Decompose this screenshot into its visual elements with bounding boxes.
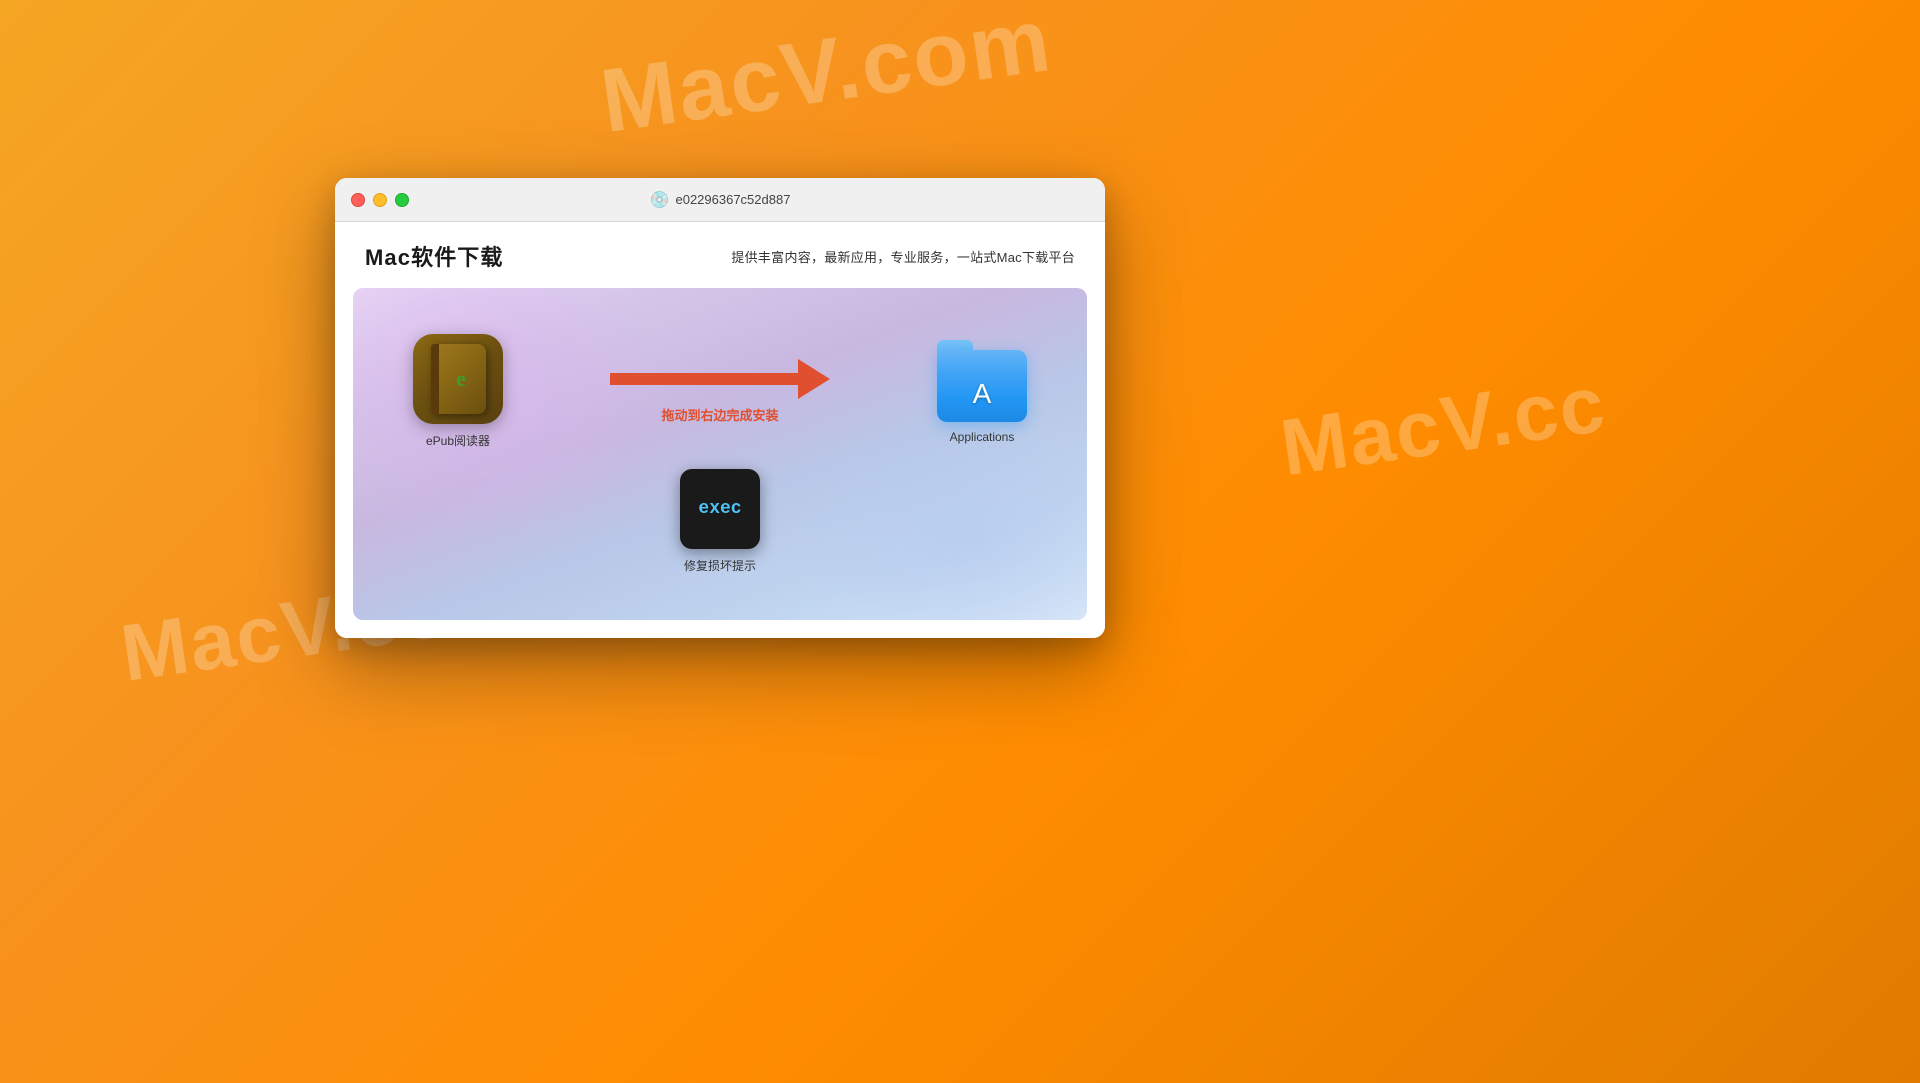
epub-letter: e [456,366,466,392]
arrow-head [798,359,830,399]
site-subtitle: 提供丰富内容，最新应用，专业服务，一站式Mac下载平台 [731,247,1075,266]
exec-text: exec [698,499,741,519]
app-icon-label: ePub阅读器 [426,432,490,449]
traffic-lights [351,193,409,207]
arrow-container: 拖动到右边完成安装 [543,359,897,424]
window-title: e02296367c52d887 [675,192,790,207]
app-icon-container[interactable]: e ePub阅读器 [413,334,503,449]
epub-book-shape: e [431,344,486,414]
applications-folder-icon: A [937,340,1027,422]
maximize-button[interactable] [395,193,409,207]
watermark-right: MacV.cc [1275,358,1611,495]
close-button[interactable] [351,193,365,207]
folder-body: A [937,350,1027,422]
mac-window: 💿 e02296367c52d887 Mac软件下载 提供丰富内容，最新应用，专… [335,178,1105,638]
folder-app-symbol: A [973,378,992,410]
disk-icon: 💿 [650,190,670,210]
minimize-button[interactable] [373,193,387,207]
exec-icon: exec [680,469,760,549]
window-content: Mac软件下载 提供丰富内容，最新应用，专业服务，一站式Mac下载平台 e eP… [335,222,1105,638]
titlebar: 💿 e02296367c52d887 [335,178,1105,222]
epub-icon: e [413,334,503,424]
main-row: e ePub阅读器 拖动到右边完成安装 [353,334,1087,449]
arrow-line [610,373,798,385]
dmg-area: e ePub阅读器 拖动到右边完成安装 [353,288,1087,620]
dmg-content: e ePub阅读器 拖动到右边完成安装 [353,334,1087,574]
arrow-instruction: 拖动到右边完成安装 [661,405,778,424]
applications-label: Applications [950,430,1015,444]
applications-folder-container[interactable]: A Applications [937,340,1027,444]
bottom-section: exec 修复损坏提示 [680,469,760,574]
drag-arrow [610,359,830,399]
watermark-top: MacV.com [595,0,1058,154]
titlebar-title: 💿 e02296367c52d887 [650,190,791,210]
exec-icon-container[interactable]: exec 修复损坏提示 [680,469,760,574]
site-title: Mac软件下载 [365,240,504,272]
exec-label: 修复损坏提示 [684,557,756,574]
header-bar: Mac软件下载 提供丰富内容，最新应用，专业服务，一站式Mac下载平台 [335,222,1105,288]
